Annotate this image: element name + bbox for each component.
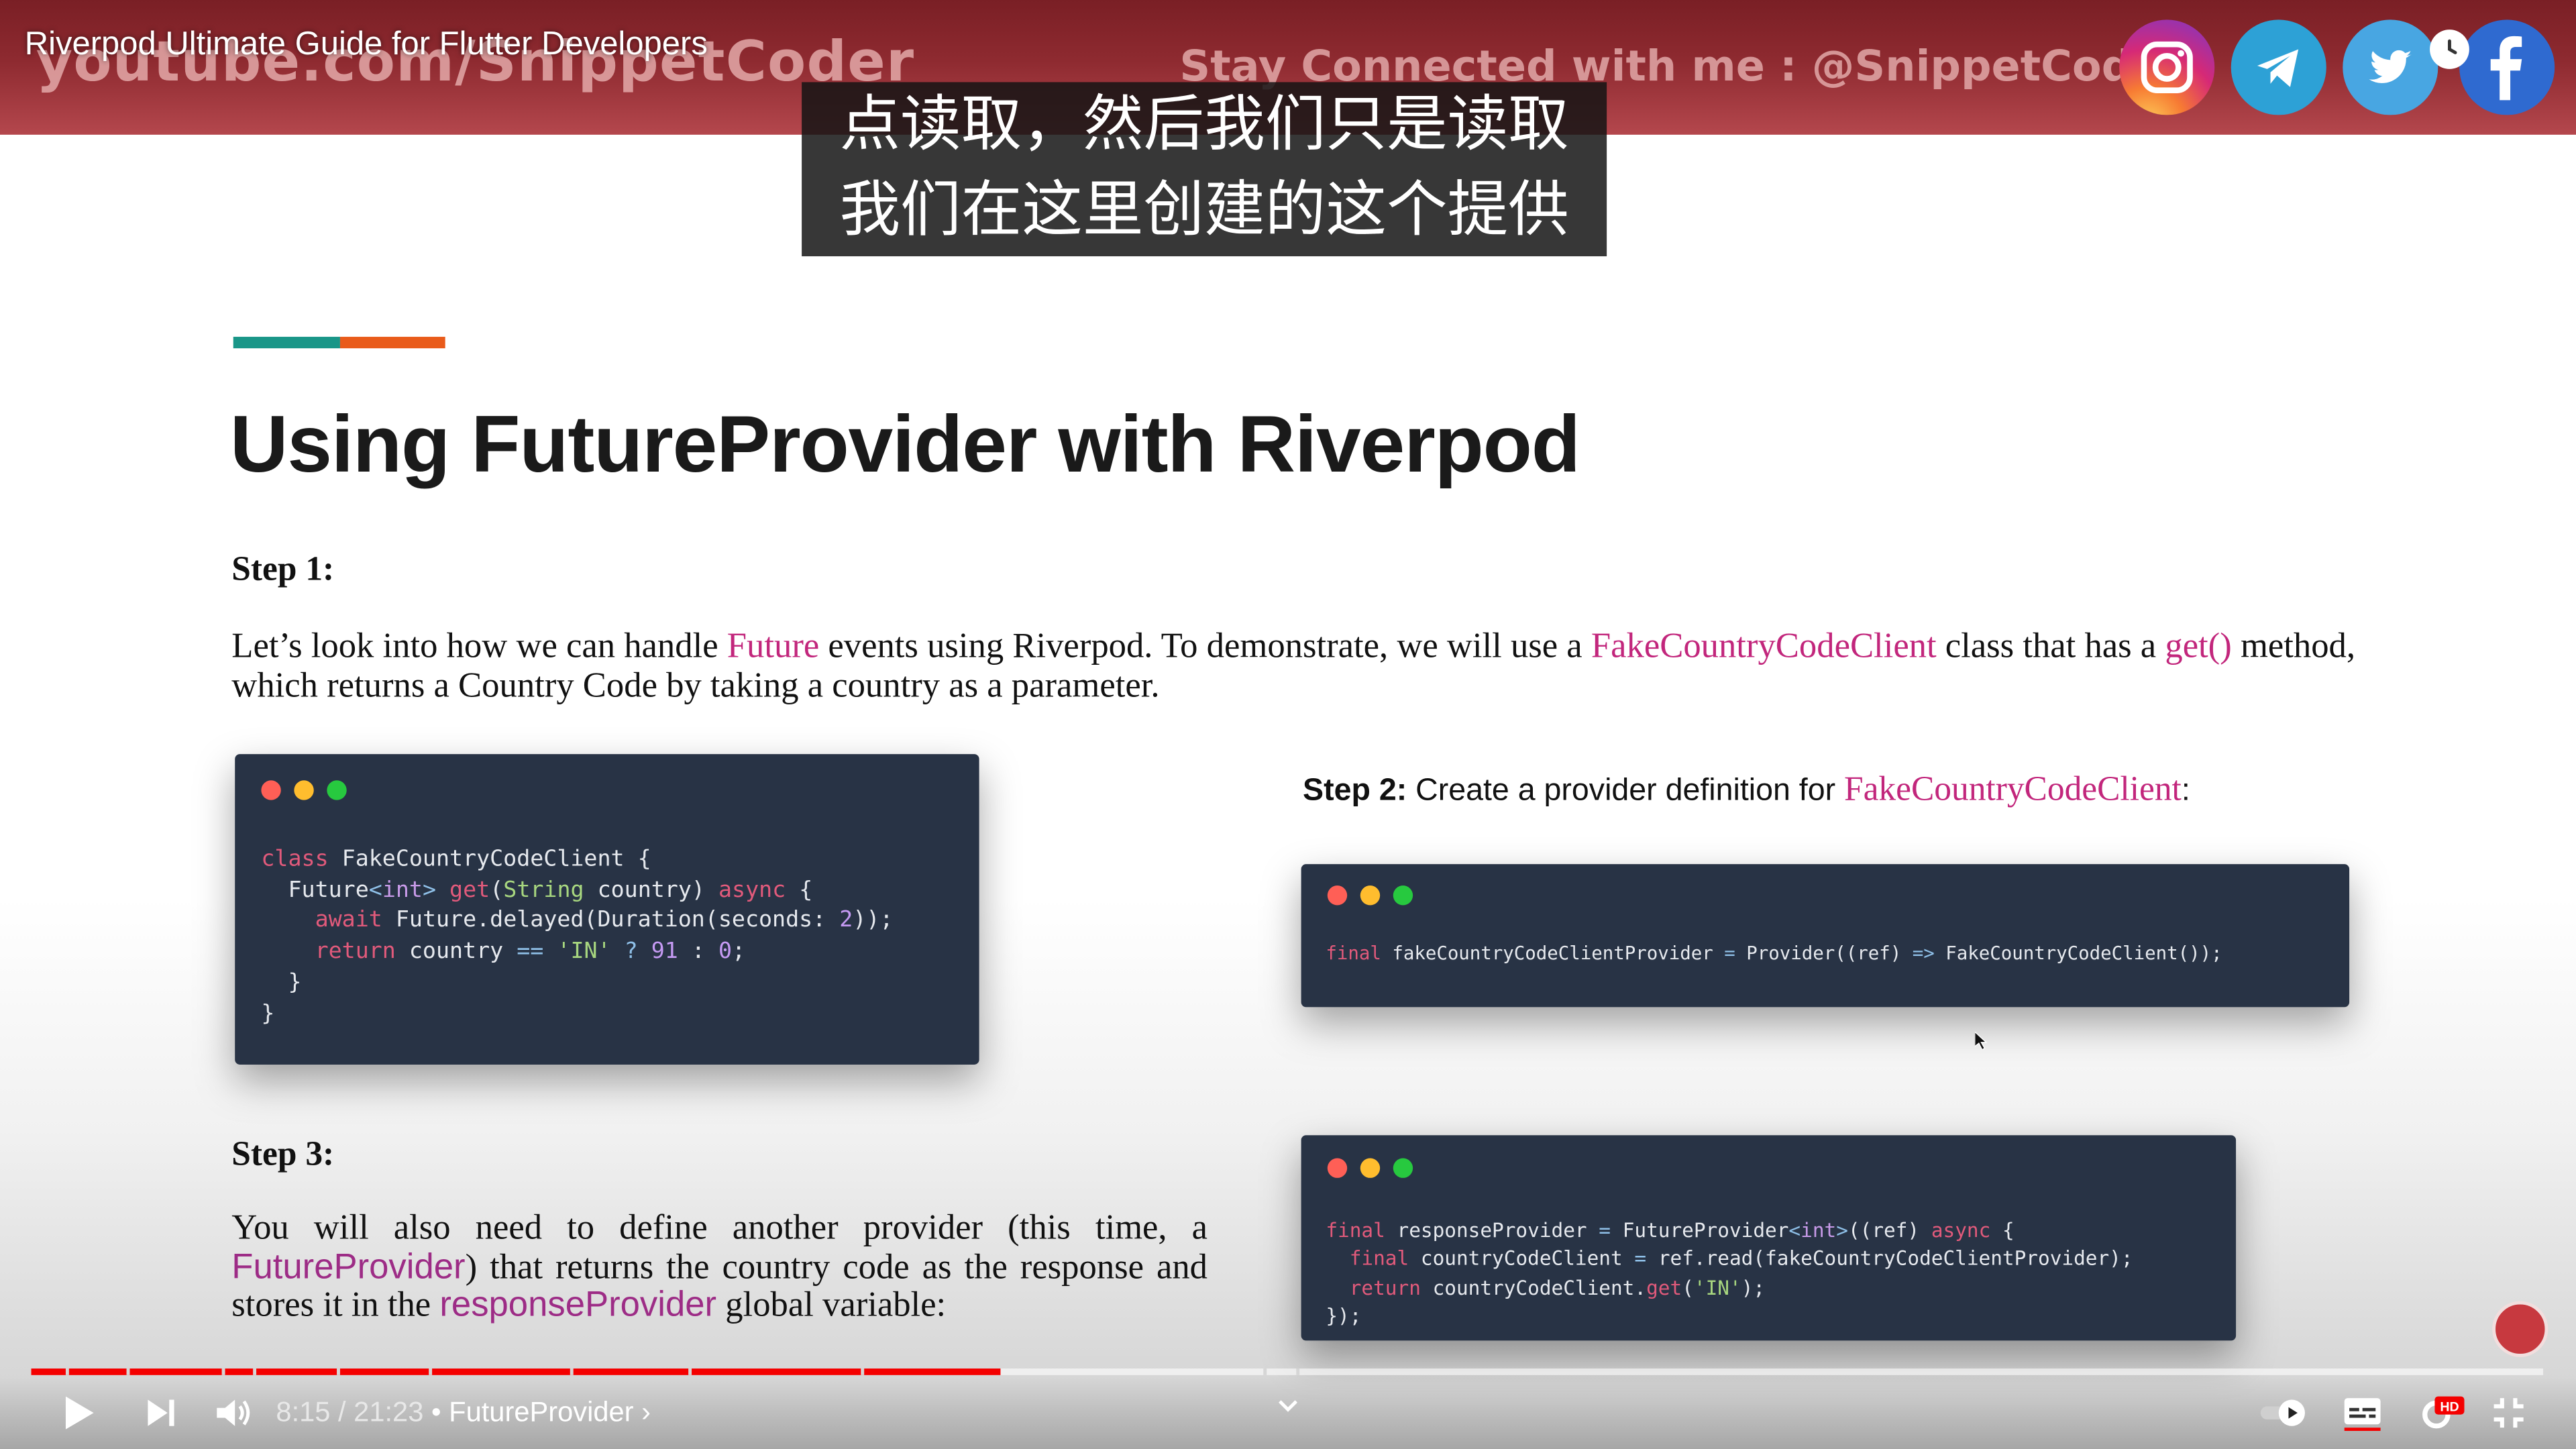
volume-icon[interactable]	[213, 1393, 253, 1433]
accent-bar-orange	[339, 337, 445, 349]
video-frame[interactable]: youtube.com/SnippetCoder Stay Connected …	[0, 0, 2576, 1449]
facebook-icon	[2459, 19, 2555, 115]
highlight-fakecountrycodeclient: FakeCountryCodeClient	[1844, 769, 2182, 808]
mouse-cursor-icon	[1974, 1028, 1988, 1058]
chapter-divider	[221, 1368, 225, 1375]
window-controls	[1327, 885, 1413, 906]
subtitle-overlay: 点读取，然后我们只是读取 我们在这里创建的这个提供	[802, 82, 1607, 257]
step2-label: Step 2:	[1303, 773, 1407, 808]
maximize-dot	[1393, 1158, 1413, 1178]
chapter-divider	[337, 1368, 340, 1375]
close-dot	[261, 780, 281, 800]
subtitle-line-1: 点读取，然后我们只是读取	[839, 89, 1569, 160]
step3-heading: Step 3:	[231, 1133, 335, 1173]
chapter-divider	[570, 1368, 574, 1375]
captions-icon[interactable]	[2341, 1393, 2384, 1433]
text-run: :	[2181, 773, 2190, 808]
svg-text:HD: HD	[2440, 1400, 2459, 1415]
time-text: 8:15 / 21:23	[276, 1396, 424, 1428]
instagram-icon	[2119, 19, 2215, 115]
next-icon[interactable]	[142, 1393, 181, 1433]
play-icon[interactable]	[59, 1393, 99, 1433]
chapter-title[interactable]: FutureProvider	[449, 1397, 633, 1428]
chapter-divider	[861, 1368, 865, 1375]
autoplay-toggle[interactable]	[2257, 1397, 2310, 1430]
progress-fill	[31, 1368, 1001, 1375]
chapter-divider	[688, 1368, 692, 1375]
text-run: class that has a	[1936, 626, 2165, 665]
text-run: events using Riverpod. To demonstrate, w…	[819, 626, 1591, 665]
chapter-divider	[65, 1368, 69, 1375]
window-controls	[261, 780, 347, 800]
chapter-chevron-icon[interactable]: ›	[641, 1397, 651, 1428]
minimize-dot	[1360, 885, 1381, 906]
slide-title: Using FutureProvider with Riverpod	[229, 400, 1580, 490]
text-run: You will also need to define another pro…	[231, 1208, 1208, 1247]
step1-heading: Step 1:	[231, 548, 335, 588]
text-run: Create a provider definition for	[1407, 773, 1845, 808]
text-run: global variable:	[716, 1285, 947, 1324]
code-block-client: class FakeCountryCodeClient { Future<int…	[261, 846, 894, 1026]
close-dot	[1327, 1158, 1348, 1178]
window-controls	[1327, 1158, 1413, 1178]
highlight-future: Future	[727, 626, 820, 665]
chevron-down-icon[interactable]	[1275, 1397, 1301, 1416]
highlight-fakecountrycodeclient: FakeCountryCodeClient	[1591, 626, 1937, 665]
highlight-get: get()	[2165, 626, 2232, 665]
minimize-dot	[294, 780, 314, 800]
text-run: Let’s look into how we can handle	[231, 626, 727, 665]
close-dot	[1327, 885, 1348, 906]
channel-logo-icon	[2492, 1301, 2548, 1357]
minimize-dot	[1360, 1158, 1381, 1178]
highlight-responseprovider: responseProvider	[439, 1285, 717, 1324]
step2-text: Step 2: Create a provider definition for…	[1303, 769, 2190, 810]
chapter-divider	[1296, 1368, 1300, 1375]
chapter-divider	[429, 1368, 433, 1375]
chapter-divider	[253, 1368, 257, 1375]
accent-bar-teal	[233, 337, 340, 349]
twitter-icon	[2343, 19, 2438, 115]
telegram-icon	[2231, 19, 2326, 115]
code-block-response: final responseProvider = FutureProvider<…	[1326, 1219, 2133, 1328]
maximize-dot	[327, 780, 347, 800]
subtitle-line-2: 我们在这里创建的这个提供	[839, 174, 1569, 245]
clock-icon	[2430, 30, 2469, 69]
step3-paragraph: You will also need to define another pro…	[231, 1208, 1208, 1325]
code-window-response: final responseProvider = FutureProvider<…	[1301, 1135, 2237, 1341]
maximize-dot	[1393, 885, 1413, 906]
time-display: 8:15 / 21:23 • FutureProvider ›	[276, 1397, 651, 1430]
code-block-provider: final fakeCountryCodeClientProvider = Pr…	[1326, 943, 2222, 965]
chapter-divider	[1263, 1368, 1267, 1375]
highlight-futureprovider: FutureProvider	[231, 1246, 466, 1286]
settings-gear-icon[interactable]: HD	[2420, 1395, 2466, 1431]
step1-paragraph: Let’s look into how we can handle Future…	[231, 626, 2367, 705]
chapter-divider	[126, 1368, 130, 1375]
code-window-client: class FakeCountryCodeClient { Future<int…	[235, 754, 979, 1065]
separator: •	[431, 1396, 441, 1428]
code-window-provider: final fakeCountryCodeClientProvider = Pr…	[1301, 864, 2350, 1008]
exit-fullscreen-icon[interactable]	[2491, 1395, 2527, 1431]
video-title[interactable]: Riverpod Ultimate Guide for Flutter Deve…	[25, 26, 708, 64]
